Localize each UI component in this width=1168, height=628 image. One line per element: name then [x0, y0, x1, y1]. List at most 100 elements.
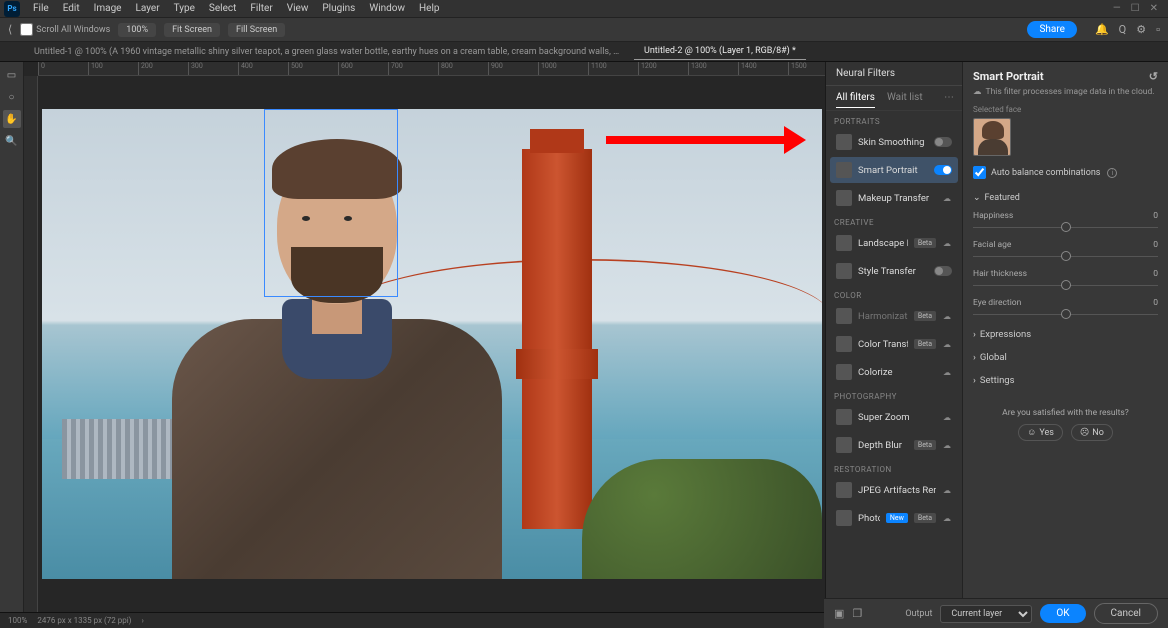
- filter-super-zoom[interactable]: Super Zoom☁: [830, 404, 958, 430]
- section-photography: PHOTOGRAPHY: [826, 386, 962, 403]
- ellipse-select-tool-icon[interactable]: ○: [3, 88, 21, 106]
- share-button[interactable]: Share: [1027, 21, 1076, 38]
- cancel-button[interactable]: Cancel: [1094, 603, 1158, 624]
- filter-settings-panel: Smart Portrait↺ ☁This filter processes i…: [963, 62, 1168, 612]
- cloud-note: This filter processes image data in the …: [986, 87, 1155, 97]
- menu-view[interactable]: View: [280, 1, 316, 16]
- face-detection-box: [264, 109, 398, 297]
- filter-style-transfer[interactable]: Style Transfer: [830, 258, 958, 284]
- tab-untitled-2[interactable]: Untitled-2 @ 100% (Layer 1, RGB/8#) *: [634, 43, 806, 60]
- menu-layer[interactable]: Layer: [129, 1, 167, 16]
- slider-hair-thickness[interactable]: Hair thickness0: [973, 269, 1158, 286]
- menu-file[interactable]: File: [26, 1, 56, 16]
- download-icon[interactable]: ☁: [942, 440, 952, 450]
- toggle-icon[interactable]: [934, 137, 952, 147]
- tab-wait-list[interactable]: Wait list: [887, 92, 923, 108]
- filter-photo-restoration[interactable]: Photo Res...NewBeta☁: [830, 505, 958, 531]
- download-icon[interactable]: ☁: [942, 412, 952, 422]
- output-select[interactable]: Current layer: [940, 605, 1032, 623]
- window-restore-icon[interactable]: ☐: [1131, 3, 1140, 14]
- window-close-icon[interactable]: ✕: [1150, 3, 1158, 14]
- neural-filters-panel: Neural Filters All filters Wait list ⋯ P…: [826, 62, 963, 612]
- section-color: COLOR: [826, 285, 962, 302]
- filter-smart-portrait[interactable]: Smart Portrait: [830, 157, 958, 183]
- face-thumbnail[interactable]: [973, 118, 1011, 156]
- download-icon[interactable]: ☁: [942, 238, 952, 248]
- toggle-icon[interactable]: [934, 266, 952, 276]
- fill-screen-button[interactable]: Fill Screen: [228, 23, 285, 37]
- filter-skin-smoothing[interactable]: Skin Smoothing: [830, 129, 958, 155]
- tab-all-filters[interactable]: All filters: [836, 92, 875, 108]
- home-icon[interactable]: ⟨: [8, 23, 12, 36]
- hand-tool-icon[interactable]: ✋: [3, 110, 21, 128]
- feedback-no-button[interactable]: ☹No: [1071, 424, 1113, 441]
- section-portraits: PORTRAITS: [826, 111, 962, 128]
- chevron-right-icon[interactable]: ›: [141, 616, 143, 625]
- feedback-yes-button[interactable]: ☺Yes: [1018, 424, 1063, 441]
- download-icon[interactable]: ☁: [942, 311, 952, 321]
- smile-icon: ☺: [1027, 427, 1036, 438]
- chevron-right-icon: ›: [973, 329, 976, 340]
- horizontal-ruler: 0100200300400500600700800900100011001200…: [38, 62, 825, 76]
- auto-balance-checkbox[interactable]: [973, 166, 986, 179]
- scroll-all-windows-checkbox[interactable]: Scroll All Windows: [20, 23, 110, 36]
- menu-filter[interactable]: Filter: [243, 1, 279, 16]
- menu-help[interactable]: Help: [412, 1, 446, 16]
- slider-facial-age[interactable]: Facial age0: [973, 240, 1158, 257]
- window-minimize-icon[interactable]: —: [1113, 3, 1121, 14]
- notifications-icon[interactable]: 🔔: [1095, 23, 1109, 36]
- toggle-icon[interactable]: [934, 165, 952, 175]
- menu-image[interactable]: Image: [87, 1, 129, 16]
- menu-plugins[interactable]: Plugins: [315, 1, 362, 16]
- menu-edit[interactable]: Edit: [56, 1, 87, 16]
- new-layer-icon[interactable]: ❐: [852, 607, 862, 620]
- group-expressions[interactable]: ›Expressions: [973, 323, 1158, 346]
- output-label: Output: [905, 609, 932, 619]
- download-icon[interactable]: ☁: [942, 485, 952, 495]
- selected-face-label: Selected face: [973, 105, 1158, 114]
- canvas-area: 0100200300400500600700800900100011001200…: [24, 62, 825, 612]
- filter-depth-blur[interactable]: Depth BlurBeta☁: [830, 432, 958, 458]
- document-tabs: Untitled-1 @ 100% (A 1960 vintage metall…: [0, 42, 1168, 62]
- download-icon[interactable]: ☁: [942, 367, 952, 377]
- menu-type[interactable]: Type: [167, 1, 202, 16]
- ok-button[interactable]: OK: [1040, 604, 1085, 623]
- feedback-prompt: Are you satisfied with the results?: [973, 408, 1158, 418]
- zoom-level[interactable]: 100%: [118, 23, 156, 37]
- group-featured[interactable]: ⌄Featured: [973, 189, 1158, 207]
- section-restoration: RESTORATION: [826, 459, 962, 476]
- zoom-status[interactable]: 100%: [8, 616, 27, 625]
- tab-untitled-1[interactable]: Untitled-1 @ 100% (A 1960 vintage metall…: [24, 44, 634, 60]
- slider-eye-direction[interactable]: Eye direction0: [973, 298, 1158, 315]
- info-icon[interactable]: i: [1107, 168, 1117, 178]
- layer-mask-icon[interactable]: ▣: [834, 607, 844, 620]
- filter-makeup-transfer[interactable]: Makeup Transfer☁: [830, 185, 958, 211]
- menu-select[interactable]: Select: [202, 1, 243, 16]
- chevron-down-icon: ⌄: [973, 193, 981, 203]
- menu-bar: Ps File Edit Image Layer Type Select Fil…: [0, 0, 1168, 18]
- search-icon[interactable]: Q: [1119, 23, 1127, 36]
- filter-harmonization[interactable]: HarmonizationBeta☁: [830, 303, 958, 329]
- fit-screen-button[interactable]: Fit Screen: [164, 23, 220, 37]
- group-global[interactable]: ›Global: [973, 346, 1158, 369]
- filter-color-transfer[interactable]: Color TransferBeta☁: [830, 331, 958, 357]
- filter-jpeg-artifacts[interactable]: JPEG Artifacts Removal☁: [830, 477, 958, 503]
- filter-colorize[interactable]: Colorize☁: [830, 359, 958, 385]
- more-options-icon[interactable]: ⋯: [944, 92, 954, 103]
- panels-icon[interactable]: ▫: [1156, 23, 1160, 36]
- app-logo: Ps: [4, 1, 20, 17]
- reset-icon[interactable]: ↺: [1149, 70, 1158, 83]
- zoom-tool-icon[interactable]: 🔍: [3, 132, 21, 150]
- download-icon[interactable]: ☁: [942, 339, 952, 349]
- panel-title: Neural Filters: [826, 62, 962, 86]
- menu-window[interactable]: Window: [362, 1, 412, 16]
- dialog-footer: ▣ ❐ Output Current layer OK Cancel: [824, 598, 1168, 628]
- canvas-document[interactable]: [42, 109, 822, 579]
- slider-happiness[interactable]: Happiness0: [973, 211, 1158, 228]
- rectangle-select-tool-icon[interactable]: ▭: [3, 66, 21, 84]
- download-icon[interactable]: ☁: [942, 193, 952, 203]
- filter-landscape-mixer[interactable]: Landscape MixerBeta☁: [830, 230, 958, 256]
- group-settings[interactable]: ›Settings: [973, 369, 1158, 392]
- download-icon[interactable]: ☁: [942, 513, 952, 523]
- workspace-icon[interactable]: ⚙: [1136, 23, 1146, 36]
